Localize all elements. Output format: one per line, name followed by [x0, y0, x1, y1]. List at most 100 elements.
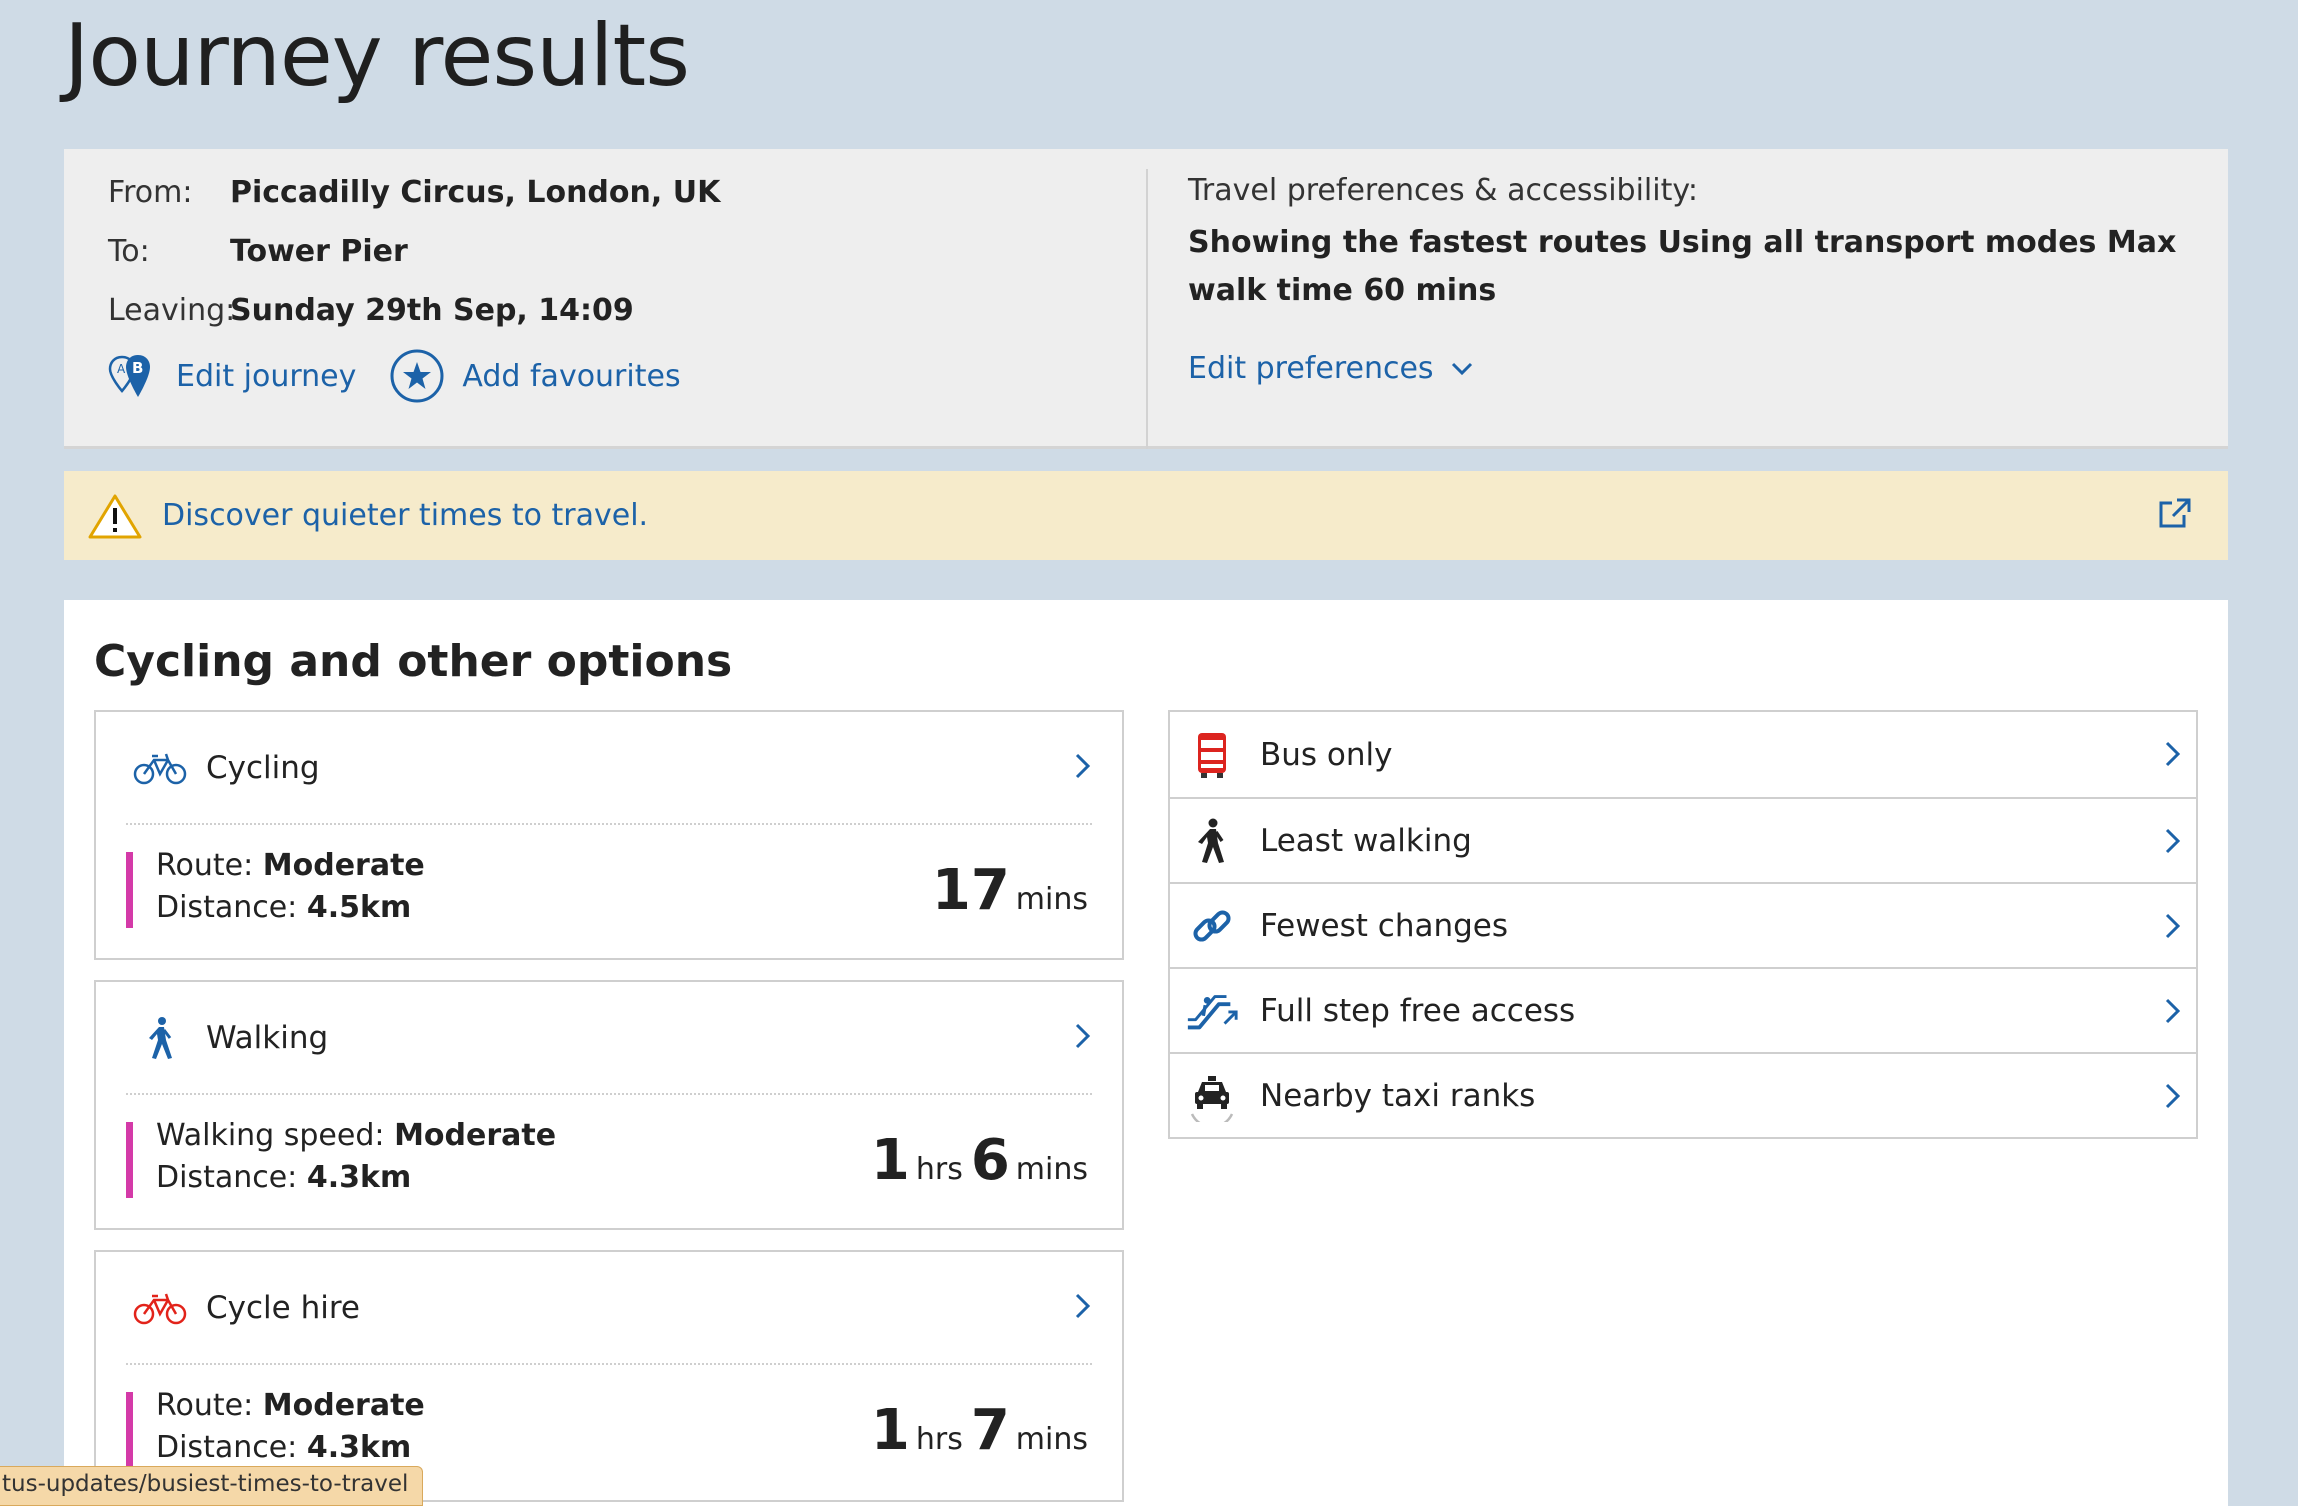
fewest-changes-label: Fewest changes — [1260, 907, 1509, 944]
edit-journey-link[interactable]: A B Edit journey — [108, 353, 356, 399]
distance-label: Distance: — [156, 1430, 298, 1465]
other-options-list: Bus only Least walking Fewest changes Fu… — [1168, 710, 2198, 1139]
least-walking-option[interactable]: Least walking — [1170, 797, 2196, 882]
link-icon — [1184, 904, 1240, 948]
warning-icon — [88, 494, 142, 538]
cycling-card-header[interactable]: Cycling — [96, 712, 1122, 824]
alert-message: Discover quieter times to travel. — [162, 498, 649, 533]
walking-card-header[interactable]: Walking — [96, 982, 1122, 1094]
duration-hrs: 1 — [870, 1128, 910, 1193]
chevron-right-icon — [2165, 741, 2181, 767]
route-accent-bar — [126, 1392, 133, 1468]
quieter-times-alert[interactable]: Discover quieter times to travel. — [64, 471, 2228, 560]
journey-duration: 17 mins — [932, 858, 1096, 923]
from-label: From: — [108, 175, 193, 210]
cycle-hire-card-details: Route: Moderate Distance: 4.3km 1 hrs 7 mi… — [126, 1388, 1096, 1468]
card-divider — [126, 1093, 1092, 1095]
from-row: From: Piccadilly Circus, London, UK — [108, 173, 720, 213]
journey-details: From: Piccadilly Circus, London, UK To: To… — [64, 149, 1146, 446]
svg-text:B: B — [132, 359, 143, 377]
taxi-ranks-option[interactable]: Nearby taxi ranks — [1170, 1052, 2196, 1137]
chevron-down-icon — [1451, 362, 1472, 375]
leaving-value: Sunday 29th Sep, 14:09 — [230, 293, 634, 328]
travel-preferences: Travel preferences & accessibility: Show… — [1188, 149, 2208, 446]
ab-pin-icon: A B — [108, 355, 150, 397]
cycle-hire-card: Cycle hire Route: Moderate Distance: 4.3… — [94, 1250, 1124, 1502]
bus-only-option[interactable]: Bus only — [1170, 712, 2196, 797]
status-bar-url: tus-updates/busiest-times-to-travel — [0, 1466, 424, 1506]
distance-line: Distance: 4.5km — [156, 890, 411, 925]
mins-unit: mins — [1015, 1152, 1088, 1187]
taxi-icon — [1184, 1070, 1240, 1122]
walking-person-icon — [132, 1016, 188, 1060]
duration-mins: 7 — [970, 1398, 1010, 1463]
distance-value: 4.5km — [306, 890, 412, 925]
fewest-changes-option[interactable]: Fewest changes — [1170, 882, 2196, 967]
mins-unit: mins — [1015, 882, 1088, 917]
chevron-right-icon — [2165, 828, 2181, 854]
external-link-icon[interactable] — [2158, 497, 2192, 529]
leaving-row: Leaving:Sunday 29th Sep, 14:09 — [108, 291, 634, 331]
walking-card-title: Walking — [206, 1020, 329, 1056]
speed-line: Walking speed: Moderate — [156, 1118, 556, 1153]
chevron-right-icon — [2165, 913, 2181, 939]
speed-value: Moderate — [394, 1118, 557, 1153]
route-accent-bar — [126, 1122, 133, 1198]
distance-line: Distance: 4.3km — [156, 1160, 411, 1195]
chevron-right-icon — [2165, 1083, 2181, 1109]
cycling-options-panel: Cycling and other options Cycling Route:… — [64, 600, 2228, 1506]
from-value: Piccadilly Circus, London, UK — [230, 175, 721, 210]
distance-line: Distance: 4.3km — [156, 1430, 411, 1465]
journey-summary: From: Piccadilly Circus, London, UK To: To… — [64, 149, 2228, 449]
step-free-option[interactable]: Full step free access — [1170, 967, 2196, 1052]
bicycle-icon — [132, 750, 188, 786]
hrs-unit: hrs — [915, 1422, 963, 1457]
duration-mins: 17 — [931, 858, 1010, 923]
route-line: Route: Moderate — [156, 1388, 425, 1423]
card-divider — [126, 823, 1092, 825]
chevron-right-icon — [1075, 1293, 1091, 1319]
edit-preferences-button[interactable]: Edit preferences — [1188, 351, 1474, 386]
chevron-right-icon — [2165, 998, 2181, 1024]
speed-label: Walking speed: — [156, 1118, 385, 1153]
summary-divider — [1146, 169, 1148, 449]
to-value: Tower Pier — [230, 234, 408, 269]
edit-journey-label: Edit journey — [176, 358, 357, 394]
distance-value: 4.3km — [306, 1160, 412, 1195]
step-free-label: Full step free access — [1260, 992, 1576, 1029]
route-line: Route: Moderate — [156, 848, 425, 883]
distance-label: Distance: — [156, 1160, 298, 1195]
cycling-card-details: Route: Moderate Distance: 4.5km 17 mins — [126, 848, 1096, 928]
prefs-value: Showing the fastest routes Using all tra… — [1188, 225, 2177, 308]
bus-only-label: Bus only — [1260, 736, 1393, 773]
hrs-unit: hrs — [915, 1152, 963, 1187]
leaving-label: Leaving: — [108, 293, 236, 328]
add-favourites-label: Add favourites — [462, 358, 681, 394]
route-label: Route: — [156, 848, 254, 883]
cycle-hire-card-header[interactable]: Cycle hire — [96, 1252, 1122, 1364]
cycling-card-title: Cycling — [206, 750, 320, 786]
page-title: Journey results — [64, 6, 690, 106]
distance-label: Distance: — [156, 890, 298, 925]
route-value: Moderate — [262, 848, 425, 883]
walking-card: Walking Walking speed: Moderate Distance… — [94, 980, 1124, 1230]
journey-duration: 1 hrs 6 mins — [871, 1128, 1096, 1193]
walking-card-details: Walking speed: Moderate Distance: 4.3km … — [126, 1118, 1096, 1198]
prefs-label: Travel preferences & accessibility: — [1188, 173, 1699, 208]
duration-mins: 6 — [970, 1128, 1010, 1193]
svg-text:A: A — [117, 362, 126, 376]
bus-icon — [1184, 731, 1240, 779]
cycle-hire-card-title: Cycle hire — [206, 1290, 360, 1326]
chevron-right-icon — [1075, 1023, 1091, 1049]
add-favourites-link[interactable]: Add favourites — [390, 349, 681, 403]
chevron-right-icon — [1075, 753, 1091, 779]
cycle-hire-icon — [132, 1290, 188, 1326]
card-divider — [126, 1363, 1092, 1365]
mins-unit: mins — [1015, 1422, 1088, 1457]
duration-hrs: 1 — [870, 1398, 910, 1463]
route-value: Moderate — [262, 1388, 425, 1423]
journey-actions: A B Edit journey Add favourites — [108, 349, 715, 403]
distance-value: 4.3km — [306, 1430, 412, 1465]
escalator-icon — [1184, 990, 1240, 1032]
least-walking-label: Least walking — [1260, 822, 1472, 859]
